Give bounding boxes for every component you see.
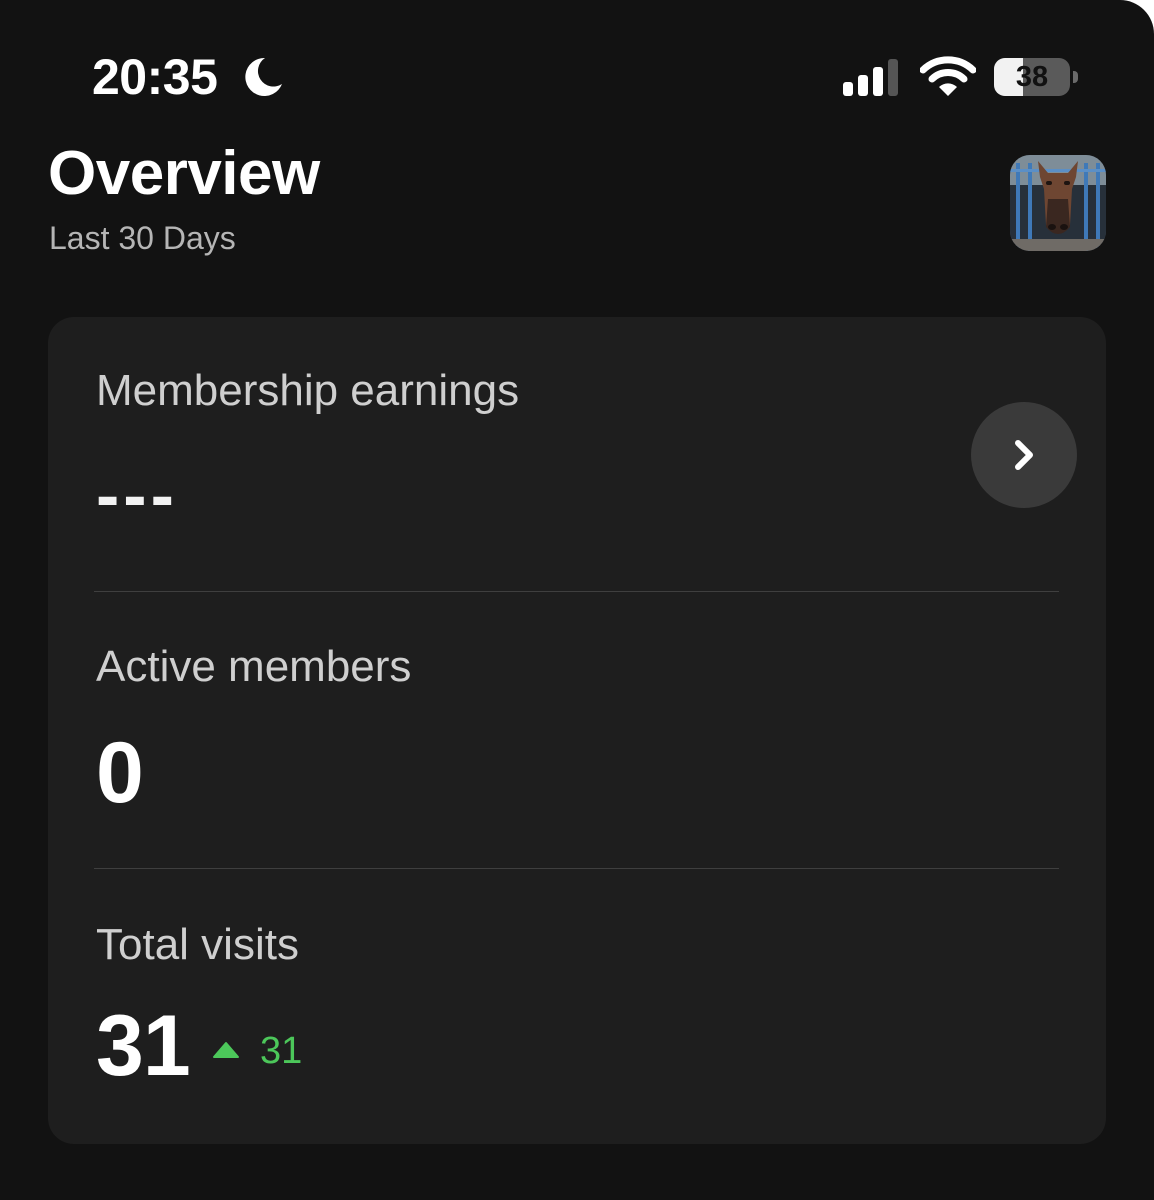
avatar-photo <box>1010 155 1106 251</box>
members-label: Active members <box>96 642 412 691</box>
visits-value: 31 <box>96 998 191 1094</box>
moon-icon <box>245 57 282 96</box>
battery-body: 38 <box>994 58 1070 96</box>
app-screen: 20:35 38 Overview Last 30 Days Membershi… <box>0 0 1154 1200</box>
visits-change: 31 <box>260 1030 303 1072</box>
overview-card: Membership earnings --- Active members 0… <box>48 317 1106 1144</box>
avatar[interactable] <box>1010 155 1106 251</box>
cellular-signal-icon <box>843 59 898 96</box>
visits-section: Total visits 31 31 <box>48 869 1106 1144</box>
wifi-icon <box>920 56 976 96</box>
period-subtitle: Last 30 Days <box>49 220 236 256</box>
earnings-details-button[interactable] <box>971 402 1077 508</box>
triangle-up-icon <box>213 1042 239 1058</box>
members-section: Active members 0 <box>48 592 1106 868</box>
earnings-label: Membership earnings <box>96 366 520 415</box>
battery-cap <box>1073 71 1078 83</box>
status-time: 20:35 <box>92 49 218 105</box>
visits-label: Total visits <box>96 920 299 969</box>
members-value: 0 <box>96 725 144 821</box>
chevron-right-icon <box>1015 440 1033 470</box>
earnings-value: --- <box>96 456 178 534</box>
page-title: Overview <box>48 139 320 208</box>
battery-icon: 38 <box>994 58 1080 96</box>
earnings-section[interactable]: Membership earnings --- <box>48 317 1106 591</box>
battery-level: 38 <box>1015 61 1049 93</box>
